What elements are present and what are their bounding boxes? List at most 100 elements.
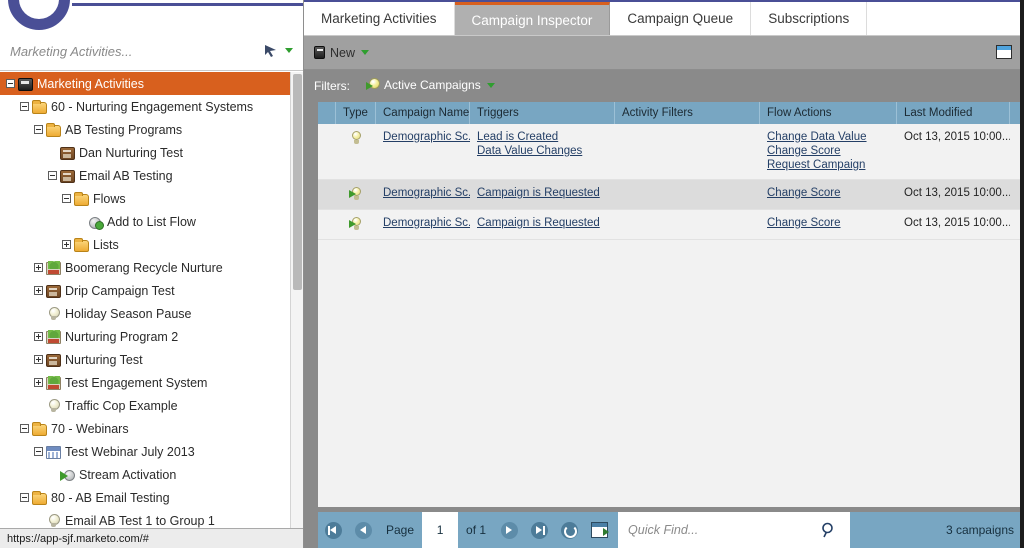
marketo-logo — [8, 0, 70, 30]
collapse-icon[interactable] — [20, 493, 29, 502]
tree-scrollbar-thumb[interactable] — [293, 74, 302, 290]
new-button[interactable]: New — [314, 43, 369, 62]
campaign-count-label: 3 campaigns — [850, 523, 1024, 537]
row-selector[interactable] — [318, 210, 336, 239]
tab-subscriptions[interactable]: Subscriptions — [751, 2, 867, 35]
expand-icon[interactable] — [34, 378, 43, 387]
row-selector[interactable] — [318, 180, 336, 209]
bulb-icon — [46, 307, 61, 321]
trigger-item[interactable]: Lead is Created — [477, 130, 608, 144]
tree-item[interactable]: Holiday Season Pause — [0, 302, 303, 325]
last-page-button[interactable] — [524, 512, 554, 548]
trigger-item[interactable]: Campaign is Requested — [477, 186, 608, 200]
tree-item-label: Flows — [93, 192, 126, 206]
tree-item[interactable]: Boomerang Recycle Nurture — [0, 256, 303, 279]
tree-item[interactable]: Nurturing Test — [0, 348, 303, 371]
search-icon[interactable] — [263, 42, 281, 60]
next-page-button[interactable] — [494, 512, 524, 548]
tree-item-label: Dan Nurturing Test — [79, 146, 183, 160]
brand-underline — [72, 3, 304, 6]
tree-item[interactable]: Traffic Cop Example — [0, 394, 303, 417]
search-icon[interactable] — [821, 522, 836, 538]
expand-icon[interactable] — [34, 263, 43, 272]
tree-item[interactable]: Marketing Activities — [0, 72, 303, 95]
column-header[interactable]: Triggers — [470, 102, 615, 124]
column-header-label: Campaign Name — [383, 107, 469, 119]
tree-item[interactable]: Dan Nurturing Test — [0, 141, 303, 164]
tree-search-input[interactable] — [10, 41, 260, 61]
grid-select-all-corner[interactable] — [318, 102, 336, 124]
flow-action-item[interactable]: Request Campaign — [767, 158, 890, 172]
row-selector[interactable] — [318, 124, 336, 179]
tree-item[interactable]: 80 - AB Email Testing — [0, 486, 303, 509]
collapse-icon[interactable] — [6, 79, 15, 88]
page-number-input[interactable] — [422, 512, 458, 548]
active-campaigns-filter-chip[interactable]: Active Campaigns — [366, 78, 495, 92]
expand-icon[interactable] — [34, 332, 43, 341]
folder-icon — [74, 240, 89, 252]
flow-action-item[interactable]: Change Score — [767, 186, 890, 200]
table-row[interactable]: Demographic Sc... Lead is CreatedData Val… — [318, 124, 1024, 180]
tree-item-label: Test Engagement System — [65, 376, 207, 390]
tree-item[interactable]: Stream Activation — [0, 463, 303, 486]
trigger-item[interactable]: Campaign is Requested — [477, 216, 608, 230]
lightbulb-icon — [349, 131, 363, 146]
campaign-name-link[interactable]: Demographic Sc... — [383, 186, 463, 200]
tree-scrollbar[interactable] — [290, 72, 303, 528]
column-header[interactable]: Activity Filters — [615, 102, 760, 124]
tree-item[interactable]: Test Webinar July 2013 — [0, 440, 303, 463]
expand-icon[interactable] — [62, 240, 71, 249]
flow-action-item[interactable]: Change Data Value — [767, 130, 890, 144]
expand-icon[interactable] — [34, 286, 43, 295]
collapse-icon[interactable] — [20, 424, 29, 433]
tree-item[interactable]: Test Engagement System — [0, 371, 303, 394]
expand-icon[interactable] — [34, 355, 43, 364]
filter-dropdown-caret-icon[interactable] — [487, 83, 495, 88]
quick-find-input[interactable] — [628, 512, 808, 548]
tree-item[interactable]: Flows — [0, 187, 303, 210]
tree-item[interactable]: 60 - Nurturing Engagement Systems — [0, 95, 303, 118]
first-page-button[interactable] — [318, 512, 348, 548]
campaign-name-link[interactable]: Demographic Sc... — [383, 130, 463, 144]
campaign-name-cell: Demographic Sc... — [376, 124, 470, 179]
collapse-icon[interactable] — [20, 102, 29, 111]
new-dropdown-caret-icon[interactable] — [361, 50, 369, 55]
tree-item[interactable]: 70 - Webinars — [0, 417, 303, 440]
tree-item[interactable]: Lists — [0, 233, 303, 256]
tab-campaign-queue[interactable]: Campaign Queue — [610, 2, 751, 35]
column-header[interactable]: Type — [336, 102, 376, 124]
tree-item[interactable]: Email AB Test 1 to Group 1 — [0, 509, 303, 528]
search-dropdown-caret-icon[interactable] — [285, 48, 293, 53]
export-button[interactable] — [584, 512, 614, 548]
tree-item[interactable]: Add to List Flow — [0, 210, 303, 233]
program-icon — [60, 147, 75, 160]
column-header[interactable]: Last Modified — [897, 102, 1010, 124]
table-row[interactable]: Demographic Sc... Campaign is Requested Ch… — [318, 180, 1024, 210]
engagement-icon — [46, 262, 61, 275]
trigger-item[interactable]: Data Value Changes — [477, 144, 608, 158]
collapse-icon[interactable] — [34, 125, 43, 134]
collapse-icon[interactable] — [62, 194, 71, 203]
tab-campaign-inspector[interactable]: Campaign Inspector — [455, 2, 611, 35]
flow-action-item[interactable]: Change Score — [767, 144, 890, 158]
tab-marketing-activities[interactable]: Marketing Activities — [304, 2, 455, 35]
tree-item-label: Traffic Cop Example — [65, 399, 178, 413]
browser-status-bar: https://app-sjf.marketo.com/# — [0, 528, 304, 548]
folder-icon — [32, 493, 47, 505]
previous-page-button[interactable] — [348, 512, 378, 548]
collapse-icon[interactable] — [34, 447, 43, 456]
toggle-panel-icon[interactable] — [996, 45, 1012, 59]
table-row[interactable]: Demographic Sc... Campaign is Requested Ch… — [318, 210, 1024, 240]
tree-item[interactable]: Email AB Testing — [0, 164, 303, 187]
flow-action-item[interactable]: Change Score — [767, 216, 890, 230]
tree-item[interactable]: AB Testing Programs — [0, 118, 303, 141]
campaign-name-link[interactable]: Demographic Sc... — [383, 216, 463, 230]
refresh-button[interactable] — [554, 512, 584, 548]
column-header[interactable]: Flow Actions — [760, 102, 897, 124]
collapse-icon[interactable] — [48, 171, 57, 180]
tree-item[interactable]: Drip Campaign Test — [0, 279, 303, 302]
tree-item[interactable]: Nurturing Program 2 — [0, 325, 303, 348]
column-header[interactable]: Campaign Name — [376, 102, 470, 124]
trigger-cell: Campaign is Requested — [470, 210, 615, 239]
tree-item-label: Nurturing Program 2 — [65, 330, 178, 344]
